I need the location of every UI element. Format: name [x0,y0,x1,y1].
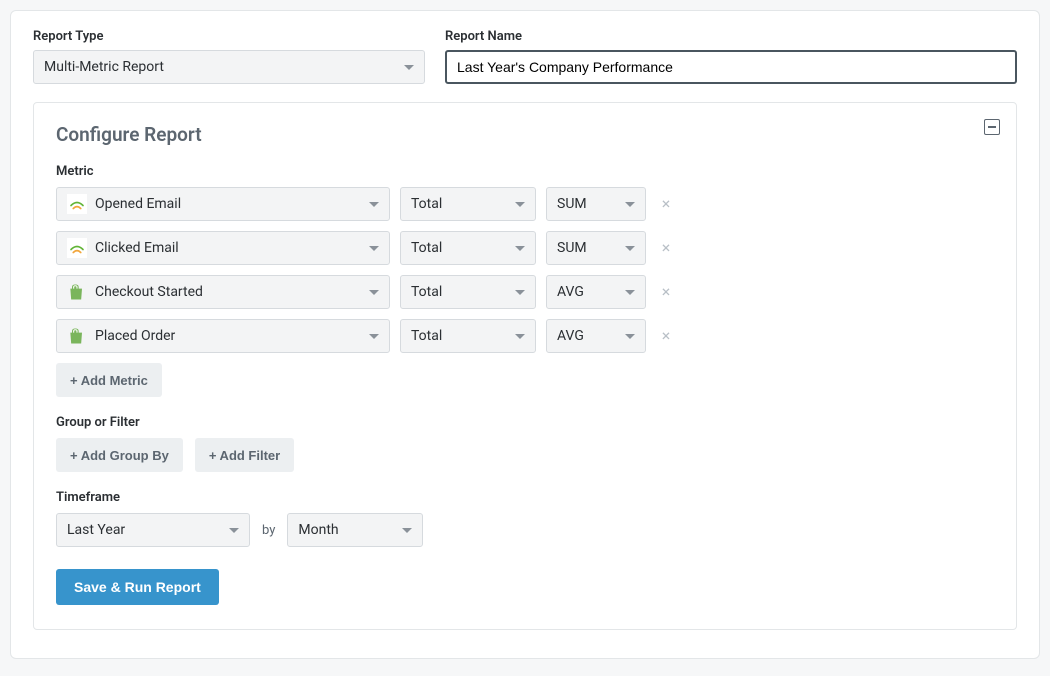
metric-name-value: Placed Order [95,328,175,344]
metric-agg-value: AVG [557,284,584,300]
metric-measure-value: Total [411,240,442,256]
report-name-label: Report Name [445,29,1017,44]
chevron-down-icon [515,290,525,295]
metric-measure-value: Total [411,328,442,344]
metric-name-select[interactable]: Checkout Started [56,275,390,309]
collapse-icon[interactable] [984,119,1000,135]
top-row: Report Type Multi-Metric Report Report N… [33,29,1017,84]
chevron-down-icon [402,528,412,533]
chevron-down-icon [404,65,414,70]
metric-agg-select[interactable]: SUM [546,231,646,265]
metric-row: Placed Order Total AVG × [56,319,994,353]
report-type-field: Report Type Multi-Metric Report [33,29,425,84]
chevron-down-icon [369,246,379,251]
shopify-icon [67,326,87,346]
configure-report-card: Configure Report Metric Opened Email Tota… [33,102,1017,630]
chevron-down-icon [515,202,525,207]
metric-name-value: Clicked Email [95,240,179,256]
remove-metric-icon[interactable]: × [656,328,676,344]
metric-measure-select[interactable]: Total [400,187,536,221]
remove-metric-icon[interactable]: × [656,284,676,300]
report-type-value: Multi-Metric Report [44,59,164,75]
chevron-down-icon [515,246,525,251]
group-filter-section-label: Group or Filter [56,415,994,430]
metric-name-select[interactable]: Clicked Email [56,231,390,265]
remove-metric-icon[interactable]: × [656,240,676,256]
metric-row: Opened Email Total SUM × [56,187,994,221]
metric-agg-value: AVG [557,328,584,344]
klaviyo-icon [67,238,87,258]
metric-name-select[interactable]: Opened Email [56,187,390,221]
chevron-down-icon [625,290,635,295]
metric-measure-select[interactable]: Total [400,319,536,353]
report-form-panel: Report Type Multi-Metric Report Report N… [10,10,1040,659]
metric-measure-select[interactable]: Total [400,231,536,265]
timeframe-value: Last Year [67,522,125,538]
remove-metric-icon[interactable]: × [656,196,676,212]
report-name-input[interactable] [445,50,1017,84]
interval-select[interactable]: Month [287,513,423,547]
interval-value: Month [298,522,338,538]
metric-measure-value: Total [411,284,442,300]
metric-agg-value: SUM [557,240,587,256]
chevron-down-icon [625,334,635,339]
configure-report-title: Configure Report [56,123,994,146]
save-run-report-button[interactable]: Save & Run Report [56,569,219,605]
report-type-label: Report Type [33,29,425,44]
chevron-down-icon [369,290,379,295]
chevron-down-icon [229,528,239,533]
metric-row: Clicked Email Total SUM × [56,231,994,265]
chevron-down-icon [369,334,379,339]
timeframe-select[interactable]: Last Year [56,513,250,547]
add-metric-button[interactable]: + Add Metric [56,363,162,397]
timeframe-row: Last Year by Month [56,513,994,547]
report-name-field: Report Name [445,29,1017,84]
metric-agg-select[interactable]: SUM [546,187,646,221]
metric-section-label: Metric [56,164,994,179]
metric-agg-select[interactable]: AVG [546,275,646,309]
metric-name-value: Opened Email [95,196,181,212]
add-filter-button[interactable]: + Add Filter [195,438,294,472]
metric-name-select[interactable]: Placed Order [56,319,390,353]
metric-agg-select[interactable]: AVG [546,319,646,353]
add-group-by-button[interactable]: + Add Group By [56,438,183,472]
metric-row: Checkout Started Total AVG × [56,275,994,309]
timeframe-section-label: Timeframe [56,490,994,505]
chevron-down-icon [625,202,635,207]
report-type-select[interactable]: Multi-Metric Report [33,50,425,84]
metric-measure-select[interactable]: Total [400,275,536,309]
metric-name-value: Checkout Started [95,284,203,300]
metric-measure-value: Total [411,196,442,212]
chevron-down-icon [369,202,379,207]
metric-agg-value: SUM [557,196,587,212]
metric-rows: Opened Email Total SUM × Clicked Email Total S… [56,187,994,353]
chevron-down-icon [625,246,635,251]
shopify-icon [67,282,87,302]
chevron-down-icon [515,334,525,339]
by-text: by [262,523,275,538]
klaviyo-icon [67,194,87,214]
